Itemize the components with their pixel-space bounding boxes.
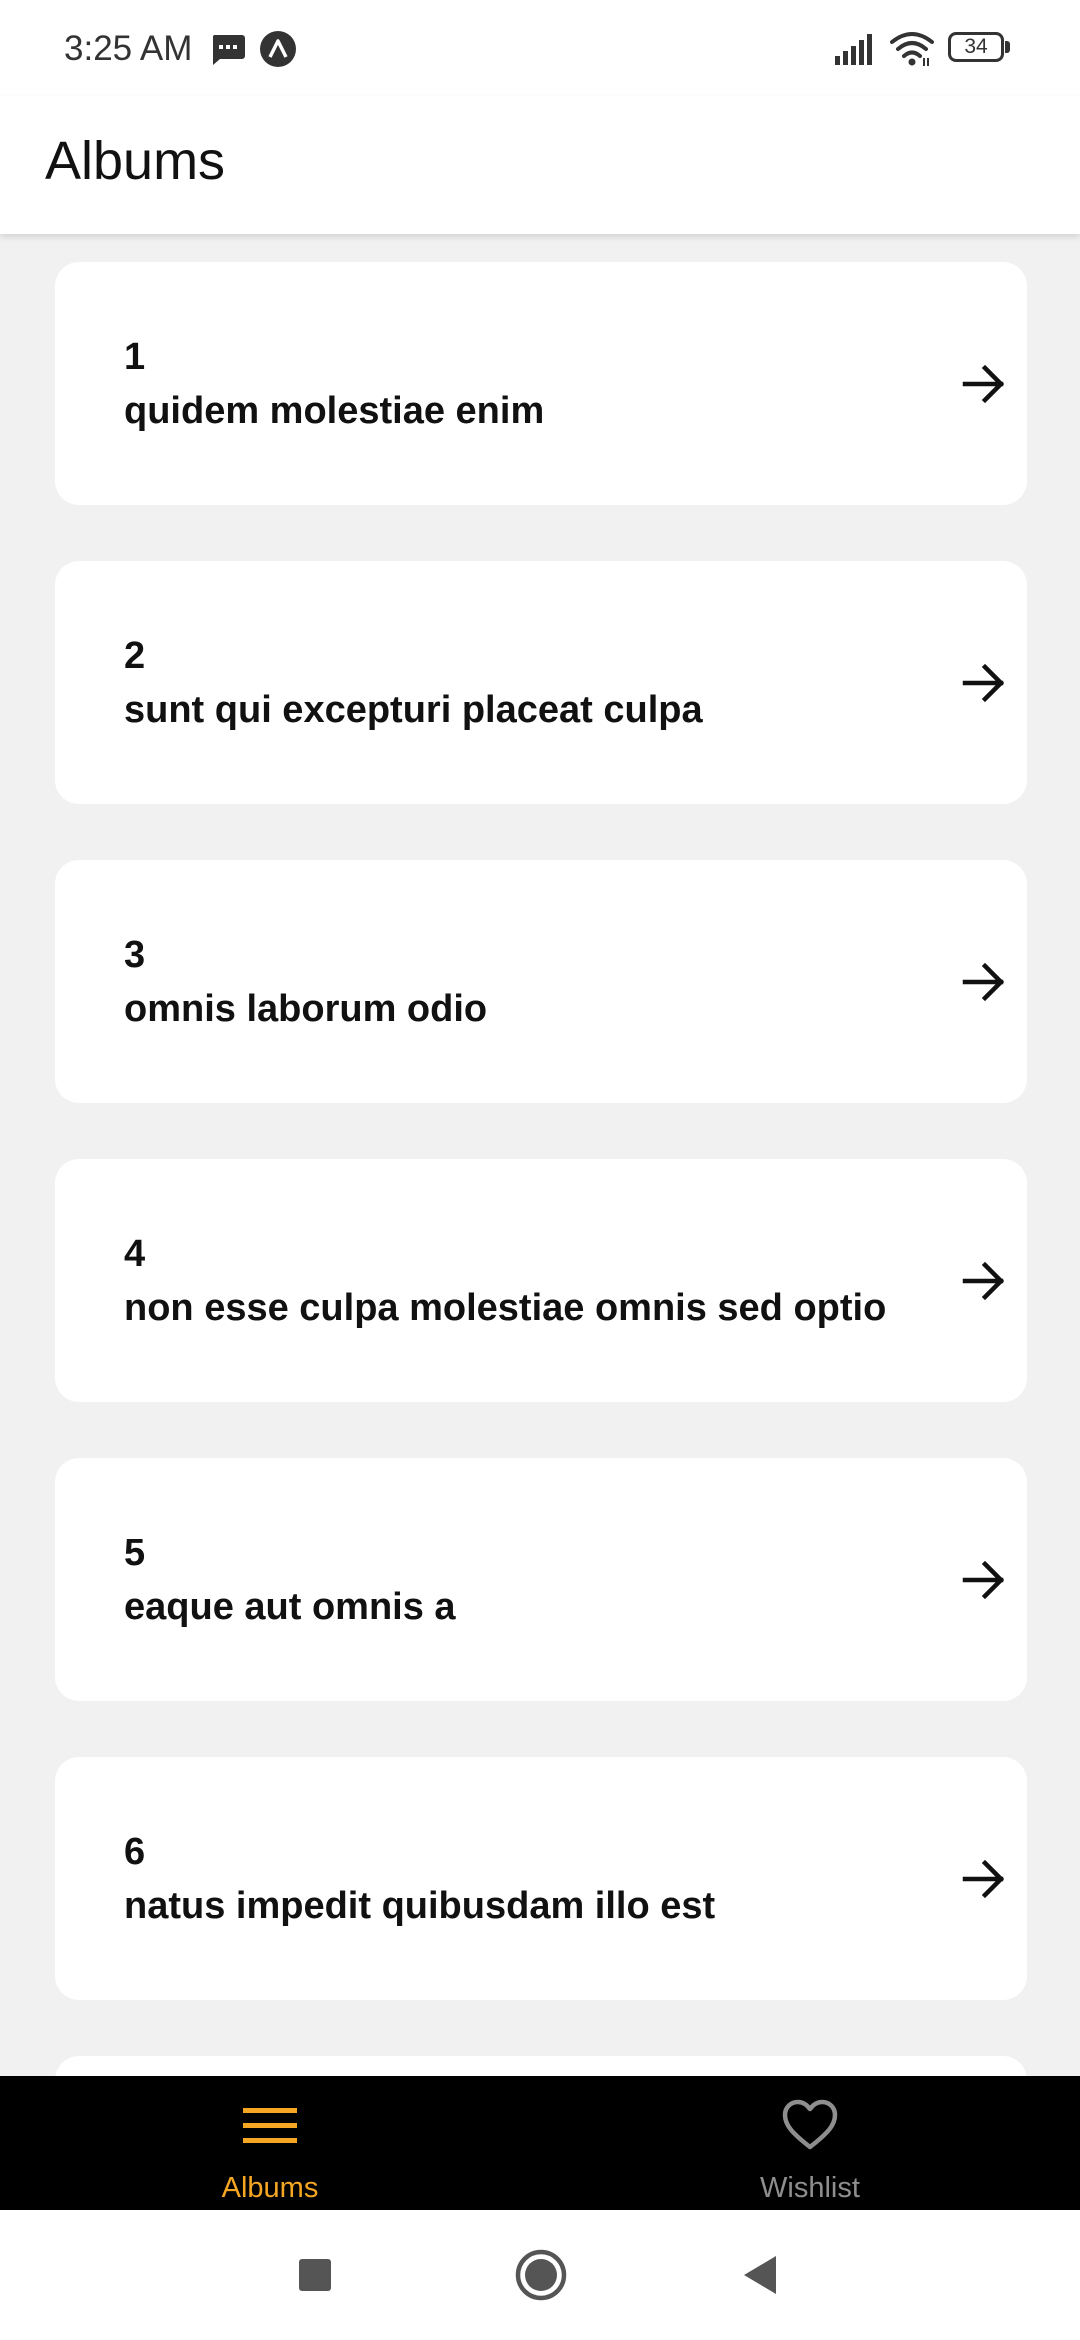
battery-level: 34 [964, 35, 988, 58]
album-card[interactable]: 2 sunt qui excepturi placeat culpa [55, 561, 1027, 804]
heart-icon [782, 2099, 838, 2150]
album-title: omnis laborum odio [124, 988, 488, 1030]
arrow-right-icon[interactable] [959, 658, 1009, 708]
album-card[interactable]: 1 quidem molestiae enim [55, 262, 1027, 505]
album-card[interactable]: 6 natus impedit quibusdam illo est [55, 1757, 1027, 2000]
album-card[interactable]: 3 omnis laborum odio [55, 860, 1027, 1103]
message-icon [210, 33, 246, 72]
album-title: eaque aut omnis a [124, 1586, 456, 1628]
album-id: 1 [124, 336, 146, 378]
status-bar: 3:25 AM 34 [0, 0, 1080, 96]
page-title: Albums [45, 131, 226, 191]
tab-albums[interactable]: Albums [0, 2076, 540, 2210]
tab-wishlist-label: Wishlist [760, 2172, 860, 2204]
album-card[interactable]: 4 non esse culpa molestiae omnis sed opt… [55, 1159, 1027, 1402]
recents-button[interactable] [299, 2259, 331, 2291]
album-card-partial[interactable] [55, 2056, 1027, 2076]
status-time: 3:25 AM [64, 29, 193, 68]
album-id: 5 [124, 1532, 146, 1574]
app-notification-icon [259, 30, 297, 73]
arrow-right-icon[interactable] [959, 1854, 1009, 1904]
album-id: 4 [124, 1233, 146, 1275]
album-id: 6 [124, 1831, 146, 1873]
album-list[interactable]: 1 quidem molestiae enim 2 sunt qui excep… [0, 234, 1080, 2076]
album-title: sunt qui excepturi placeat culpa [124, 689, 703, 731]
signal-icon [834, 32, 876, 71]
battery-icon: 34 [948, 32, 1012, 66]
album-id: 3 [124, 934, 146, 976]
back-button[interactable] [740, 2254, 780, 2296]
arrow-right-icon[interactable] [959, 1555, 1009, 1605]
wifi-icon [889, 30, 935, 73]
album-id: 2 [124, 635, 146, 677]
tab-albums-label: Albums [221, 2172, 319, 2204]
arrow-right-icon[interactable] [959, 359, 1009, 409]
bottom-nav: Albums Wishlist [0, 2076, 1080, 2210]
arrow-right-icon[interactable] [959, 1256, 1009, 1306]
system-nav-bar [0, 2210, 1080, 2340]
menu-icon [243, 2108, 297, 2143]
album-title: natus impedit quibusdam illo est [124, 1885, 716, 1927]
album-title: quidem molestiae enim [124, 390, 545, 432]
arrow-right-icon[interactable] [959, 957, 1009, 1007]
home-button[interactable] [514, 2248, 568, 2302]
album-card[interactable]: 5 eaque aut omnis a [55, 1458, 1027, 1701]
app-bar: Albums [0, 96, 1080, 234]
tab-wishlist[interactable]: Wishlist [540, 2076, 1080, 2210]
album-title: non esse culpa molestiae omnis sed optio [124, 1287, 887, 1329]
